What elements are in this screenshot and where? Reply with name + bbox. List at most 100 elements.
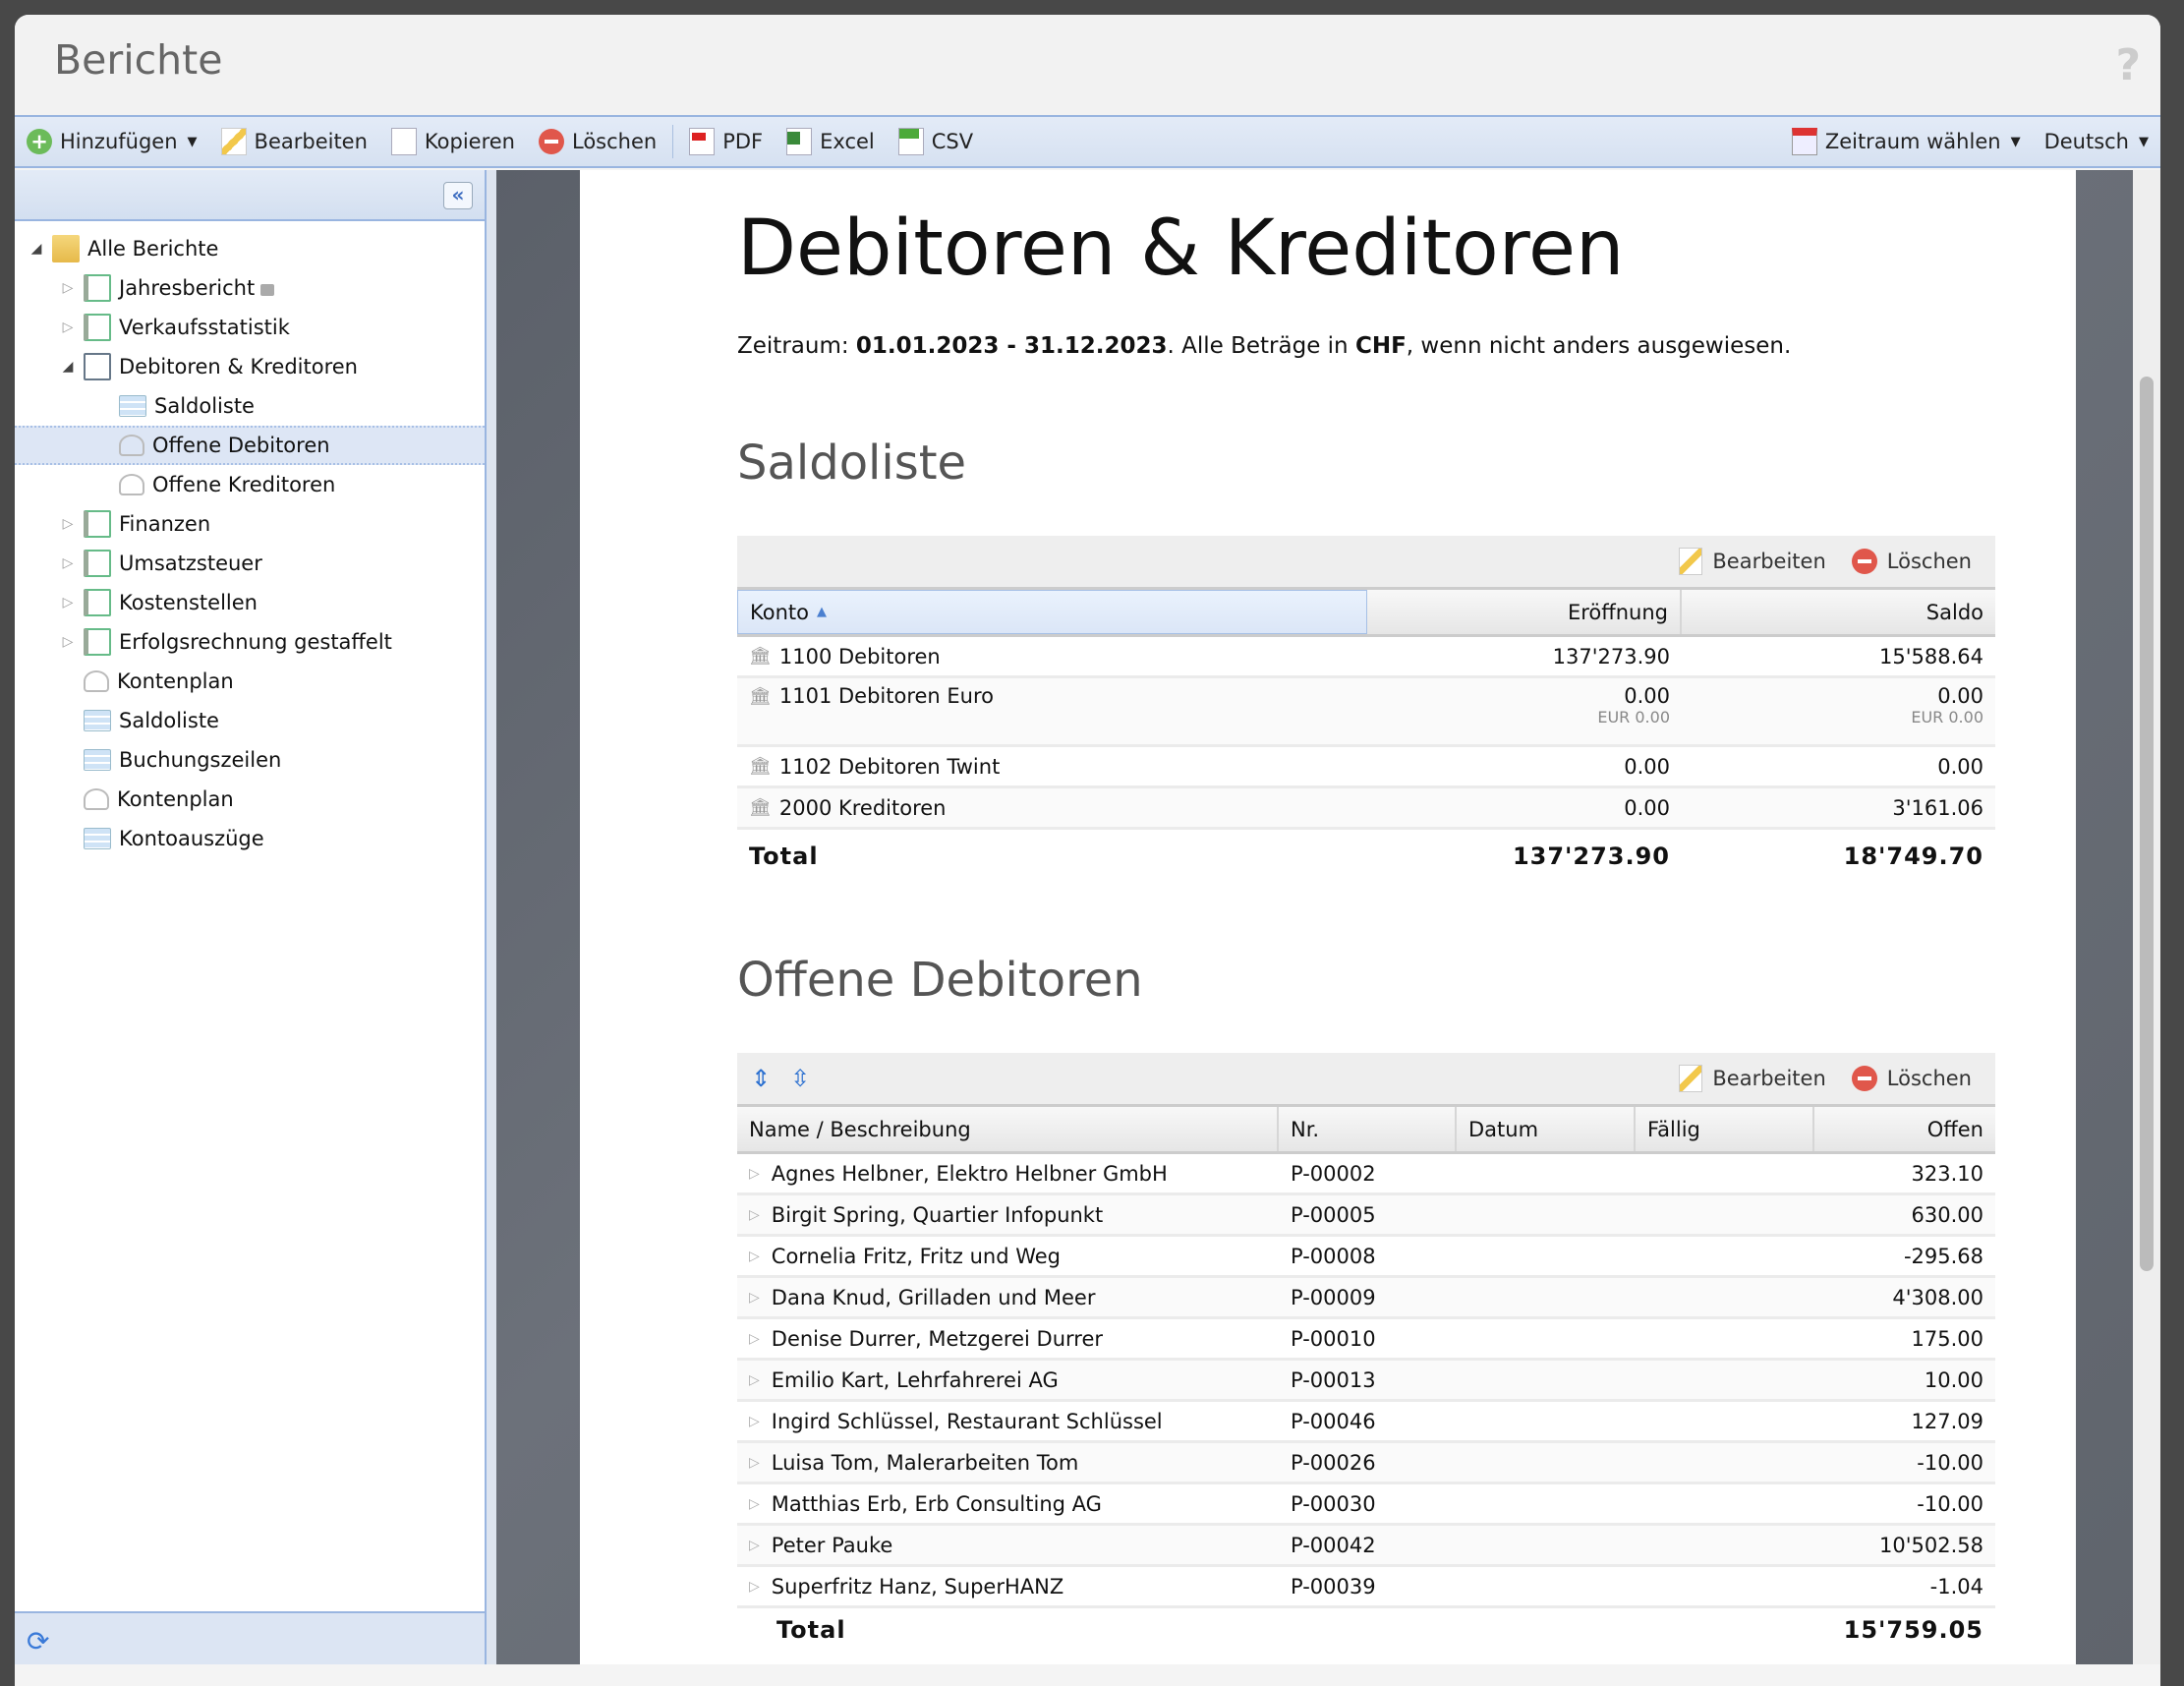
tree-item-offene-kreditoren[interactable]: Offene Kreditoren <box>15 465 485 504</box>
faellig-cell <box>1636 1484 1814 1523</box>
table-row[interactable]: ▷Agnes Helbner, Elektro Helbner GmbHP-00… <box>737 1154 1995 1195</box>
expand-row-icon[interactable]: ▷ <box>749 1331 760 1347</box>
tree-item-finanzen[interactable]: ▷Finanzen <box>15 504 485 544</box>
table-row[interactable]: ▷Emilio Kart, Lehrfahrerei AGP-0001310.0… <box>737 1361 1995 1402</box>
vertical-scrollbar[interactable] <box>2133 170 2160 1664</box>
expand-row-icon[interactable]: ▷ <box>749 1166 760 1182</box>
table-row[interactable]: ▷Matthias Erb, Erb Consulting AGP-00030-… <box>737 1484 1995 1526</box>
column-eroeffnung[interactable]: Eröffnung <box>1367 590 1682 634</box>
collapsed-icon[interactable]: ▷ <box>58 516 78 532</box>
tree-item-debitoren-kreditoren[interactable]: ◢Debitoren & Kreditoren <box>15 347 485 386</box>
collapsed-icon[interactable]: ▷ <box>58 555 78 571</box>
column-datum[interactable]: Datum <box>1457 1107 1636 1151</box>
tree-item-buchungszeilen[interactable]: Buchungszeilen <box>15 740 485 780</box>
faellig-cell <box>1636 1195 1814 1234</box>
table-row[interactable]: ▷Peter PaukeP-0004210'502.58 <box>737 1526 1995 1567</box>
saldoliste-toolbar: Bearbeiten Löschen <box>737 536 1995 587</box>
expand-row-icon[interactable]: ▷ <box>749 1207 760 1223</box>
tree-item-label: Kontoauszüge <box>119 827 264 850</box>
tree-item-offene-debitoren[interactable]: Offene Debitoren <box>15 426 485 465</box>
offen-cell: -295.68 <box>1814 1237 1995 1275</box>
tree-item-kostenstellen[interactable]: ▷Kostenstellen <box>15 583 485 622</box>
table-row[interactable]: ▷Cornelia Fritz, Fritz und WegP-00008-29… <box>737 1237 1995 1278</box>
saldoliste-edit-button[interactable]: Bearbeiten <box>1669 548 1835 575</box>
pdf-button[interactable]: PDF <box>677 117 775 166</box>
table-row[interactable]: ▷Denise Durrer, Metzgerei DurrerP-000101… <box>737 1319 1995 1361</box>
collapsed-icon[interactable]: ▷ <box>58 320 78 335</box>
scrollbar-thumb[interactable] <box>2140 377 2154 1271</box>
column-name[interactable]: Name / Beschreibung <box>737 1107 1279 1151</box>
expand-row-icon[interactable]: ▷ <box>749 1496 760 1512</box>
tree-item-kontoauszuege[interactable]: Kontoauszüge <box>15 819 485 858</box>
debitoren-toolbar: ⇕ ⇳ Bearbeiten Löschen <box>737 1053 1995 1104</box>
copy-icon <box>391 128 417 155</box>
table-row[interactable]: ▷Birgit Spring, Quartier InfopunktP-0000… <box>737 1195 1995 1237</box>
expand-all-icon[interactable]: ⇕ <box>751 1065 771 1092</box>
debitoren-delete-button[interactable]: Löschen <box>1842 1066 1982 1091</box>
tree-item-saldoliste-2[interactable]: Saldoliste <box>15 701 485 740</box>
tree-item-jahresbericht[interactable]: ▷Jahresbericht <box>15 268 485 308</box>
excel-button[interactable]: Excel <box>775 117 887 166</box>
report-book-icon <box>84 550 111 577</box>
panel-splitter[interactable] <box>487 170 496 1664</box>
expand-row-icon[interactable]: ▷ <box>749 1538 760 1553</box>
table-row: 🏛1101 Debitoren Euro 0.00EUR 0.00 0.00EU… <box>737 678 1995 747</box>
language-select[interactable]: Deutsch▼ <box>2033 117 2160 166</box>
name-cell: Matthias Erb, Erb Consulting AG <box>772 1492 1102 1516</box>
table-header: Name / Beschreibung Nr. Datum Fällig Off… <box>737 1104 1995 1154</box>
report-book-icon <box>84 589 111 616</box>
name-cell: Cornelia Fritz, Fritz und Weg <box>772 1245 1061 1268</box>
table-row[interactable]: ▷Ingird Schlüssel, Restaurant SchlüsselP… <box>737 1402 1995 1443</box>
collapsed-icon[interactable]: ▷ <box>58 595 78 610</box>
period-button[interactable]: Zeitraum wählen▼ <box>1780 117 2033 166</box>
tree-item-saldoliste[interactable]: Saldoliste <box>15 386 485 426</box>
column-nr[interactable]: Nr. <box>1279 1107 1457 1151</box>
saldo-cell: 0.00 <box>1937 684 1983 708</box>
collapse-panel-button[interactable]: « <box>443 182 473 209</box>
column-saldo[interactable]: Saldo <box>1682 590 1995 634</box>
tree-item-kontenplan-2[interactable]: Kontenplan <box>15 780 485 819</box>
collapse-all-icon[interactable]: ⇳ <box>790 1065 810 1092</box>
copy-button[interactable]: Kopieren <box>379 117 527 166</box>
collapsed-icon[interactable]: ▷ <box>58 634 78 650</box>
expand-row-icon[interactable]: ▷ <box>749 1249 760 1264</box>
expand-row-icon[interactable]: ▷ <box>749 1372 760 1388</box>
delete-button[interactable]: Löschen <box>527 117 668 166</box>
debitoren-edit-button[interactable]: Bearbeiten <box>1669 1065 1835 1092</box>
column-konto[interactable]: Konto▲ <box>737 590 1367 634</box>
help-icon[interactable]: ? <box>2115 40 2141 90</box>
tree-item-label: Saldoliste <box>119 709 219 732</box>
debitoren-table: ⇕ ⇳ Bearbeiten Löschen Name / Beschreibun… <box>737 1053 1995 1652</box>
edit-button[interactable]: Bearbeiten <box>209 117 379 166</box>
faellig-cell <box>1636 1443 1814 1482</box>
tree-item-umsatzsteuer[interactable]: ▷Umsatzsteuer <box>15 544 485 583</box>
expand-row-icon[interactable]: ▷ <box>749 1455 760 1471</box>
tree-item-kontenplan[interactable]: Kontenplan <box>15 662 485 701</box>
refresh-icon[interactable]: ⟳ <box>27 1625 49 1657</box>
expand-row-icon[interactable]: ▷ <box>749 1579 760 1595</box>
faellig-cell <box>1636 1361 1814 1399</box>
table-row[interactable]: ▷Superfritz Hanz, SuperHANZP-00039-1.04 <box>737 1567 1995 1608</box>
period-info: Zeitraum: 01.01.2023 - 31.12.2023. Alle … <box>737 333 1791 359</box>
expanded-icon[interactable]: ◢ <box>58 359 78 375</box>
tree-item-erfolgsrechnung[interactable]: ▷Erfolgsrechnung gestaffelt <box>15 622 485 662</box>
table-row[interactable]: ▷Luisa Tom, Malerarbeiten TomP-00026-10.… <box>737 1443 1995 1484</box>
add-button[interactable]: +Hinzufügen▼ <box>15 117 209 166</box>
expanded-icon[interactable]: ◢ <box>27 241 46 257</box>
calendar-icon <box>1792 128 1817 155</box>
saldoliste-delete-button[interactable]: Löschen <box>1842 549 1982 574</box>
tree-footer: ⟳ <box>15 1611 485 1664</box>
collapsed-icon[interactable]: ▷ <box>58 280 78 296</box>
expand-row-icon[interactable]: ▷ <box>749 1290 760 1306</box>
table-row[interactable]: ▷Dana Knud, Grilladen und MeerP-000094'3… <box>737 1278 1995 1319</box>
column-offen[interactable]: Offen <box>1814 1107 1995 1151</box>
tree-item-label: Verkaufsstatistik <box>119 316 290 339</box>
tree-item-alle-berichte[interactable]: ◢Alle Berichte <box>15 229 485 268</box>
delete-icon <box>539 129 564 154</box>
expand-row-icon[interactable]: ▷ <box>749 1414 760 1429</box>
delete-icon <box>1852 1066 1877 1091</box>
nr-cell: P-00005 <box>1279 1195 1457 1234</box>
column-faellig[interactable]: Fällig <box>1636 1107 1814 1151</box>
csv-button[interactable]: CSV <box>887 117 985 166</box>
tree-item-verkaufsstatistik[interactable]: ▷ Verkaufsstatistik <box>15 308 485 347</box>
